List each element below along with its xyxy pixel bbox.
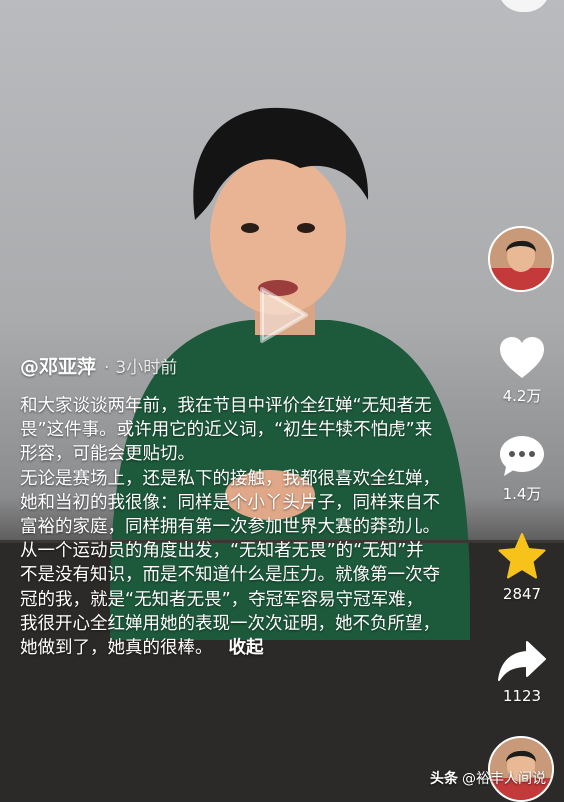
watermark-brand: 头条 — [430, 771, 458, 787]
play-icon[interactable] — [240, 275, 320, 355]
star-icon — [498, 533, 546, 579]
comment-button[interactable]: 1.4万 — [488, 434, 556, 504]
share-count: 1123 — [502, 687, 542, 705]
post-time: · 3小时前 — [104, 353, 177, 378]
author-avatar[interactable] — [488, 226, 554, 292]
post-caption: 和大家谈谈两年前，我在节目中评价全红婵“无知者无畏”这件事。或许用它的近义词，“… — [20, 394, 440, 660]
favorite-count: 2847 — [502, 585, 542, 603]
favorite-button[interactable]: 2847 — [488, 532, 556, 603]
share-arrow-icon — [498, 641, 546, 681]
caption-paragraph: 和大家谈谈两年前，我在节目中评价全红婵“无知者无畏”这件事。或许用它的近义词，“… — [20, 396, 433, 465]
watermark-handle: @裕丰人间说 — [462, 771, 546, 787]
comment-icon — [500, 436, 544, 476]
comment-count: 1.4万 — [502, 485, 542, 503]
caption-paragraph: 无论是赛场上，还是私下的接触，我都很喜欢全红婵，她和当初的我很像：同样是个小丫头… — [20, 468, 440, 538]
like-button[interactable]: 4.2万 — [488, 336, 556, 406]
watermark: 头条 @裕丰人间说 — [430, 768, 546, 788]
meta-separator: · — [104, 358, 110, 378]
caption-paragraph-last: 从一个运动员的角度出发，“无知者无畏”的“无知”并不是没有知识，而是不知道什么是… — [20, 539, 440, 660]
author-name[interactable]: @邓亚萍 — [20, 352, 96, 379]
heart-icon — [500, 337, 544, 378]
share-button[interactable]: 1123 — [488, 640, 556, 705]
post-meta: @邓亚萍 · 3小时前 — [20, 352, 177, 379]
avatar-image — [490, 228, 552, 290]
collapse-button[interactable]: 收起 — [229, 638, 264, 658]
post-time-text: 3小时前 — [115, 358, 178, 378]
like-count: 4.2万 — [502, 387, 542, 405]
